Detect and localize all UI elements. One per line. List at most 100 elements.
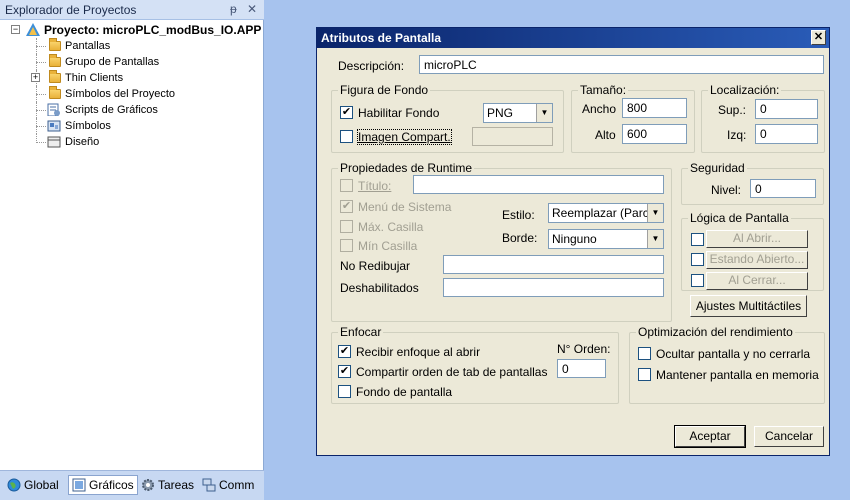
tab-comm[interactable]: Comm	[199, 475, 257, 495]
folder-icon	[49, 38, 61, 51]
tree-item-thin-clients[interactable]: + Thin Clients	[0, 70, 264, 86]
localizacion-title: Localización:	[708, 83, 782, 97]
al-abrir-checkbox[interactable]	[691, 233, 704, 246]
figura-fondo-title: Figura de Fondo	[338, 83, 431, 97]
menu-sistema-checkbox: ✔	[340, 200, 353, 213]
habilitar-fondo-checkbox[interactable]: ✔	[340, 106, 353, 119]
recibir-enfoque-label: Recibir enfoque al abrir	[356, 345, 481, 359]
tree-item-label: Scripts de Gráficos	[65, 104, 158, 116]
deshabilitados-label: Deshabilitados	[340, 281, 419, 295]
screen-attributes-dialog: Atributos de Pantalla ✕ Descripción: mic…	[316, 27, 830, 456]
symbols-icon	[47, 120, 61, 132]
tree-line	[36, 126, 46, 127]
dialog-close-button[interactable]: ✕	[811, 30, 826, 45]
project-explorer-panel: Explorador de Proyectos ᵽ ✕ − Proyecto: …	[0, 0, 264, 500]
pin-icon[interactable]: ᵽ	[230, 2, 237, 16]
ocultar-pantalla-label: Ocultar pantalla y no cerrarla	[656, 347, 811, 361]
ocultar-pantalla-checkbox[interactable]	[638, 347, 651, 360]
tab-tareas[interactable]: Tareas	[138, 475, 197, 495]
tree-item-simbolos-proyecto[interactable]: Símbolos del Proyecto	[0, 86, 264, 102]
tree-item-label: Diseño	[65, 136, 100, 148]
explorer-title: Explorador de Proyectos	[5, 3, 137, 17]
borde-label: Borde:	[502, 231, 538, 245]
izq-input[interactable]: 0	[755, 124, 818, 144]
fondo-pantalla-checkbox[interactable]	[338, 385, 351, 398]
tree-item-simbolos[interactable]: Símbolos	[0, 118, 264, 134]
tree-item-diseno[interactable]: Diseño	[0, 134, 264, 150]
al-cerrar-button[interactable]: Al Cerrar...	[706, 272, 808, 290]
tree-line	[36, 110, 46, 111]
folder-icon	[49, 54, 61, 67]
tab-graficos[interactable]: Gráficos	[68, 475, 138, 495]
estando-abierto-checkbox[interactable]	[691, 253, 704, 266]
descripcion-input[interactable]: microPLC	[419, 55, 824, 74]
izq-label: Izq:	[727, 128, 747, 142]
estilo-select-value: Reemplazar (Parcia	[552, 206, 659, 220]
project-tree: − Proyecto: microPLC_modBus_IO.APP Panta…	[0, 22, 264, 150]
titulo-checkbox	[340, 179, 353, 192]
folder-icon	[49, 70, 61, 83]
borde-select[interactable]: Ninguno ▼	[548, 229, 664, 249]
nivel-input[interactable]: 0	[750, 179, 816, 198]
estando-abierto-button[interactable]: Estando Abierto...	[706, 251, 808, 269]
sup-input[interactable]: 0	[755, 99, 818, 119]
tree-line	[36, 46, 46, 47]
tree-line	[36, 142, 46, 143]
format-select[interactable]: PNG ▼	[483, 103, 553, 123]
deshabilitados-input[interactable]	[443, 278, 664, 297]
folder-icon	[49, 86, 61, 99]
orden-input[interactable]: 0	[557, 359, 606, 378]
dialog-titlebar[interactable]: Atributos de Pantalla ✕	[317, 28, 829, 48]
borde-select-value: Ninguno	[552, 232, 597, 246]
estilo-select[interactable]: Reemplazar (Parcia ▼	[548, 203, 664, 223]
descripcion-label: Descripción:	[338, 59, 405, 73]
max-casilla-checkbox	[340, 220, 353, 233]
titulo-label: Título:	[358, 179, 392, 193]
nivel-label: Nivel:	[711, 183, 742, 197]
estilo-label: Estilo:	[502, 208, 535, 222]
cancelar-button[interactable]: Cancelar	[754, 426, 824, 447]
compartir-orden-checkbox[interactable]: ✔	[338, 365, 351, 378]
tree-item-grupo-pantallas[interactable]: Grupo de Pantallas	[0, 54, 264, 70]
titulo-input[interactable]	[413, 175, 664, 194]
tree-item-label: Pantallas	[65, 40, 111, 52]
tab-label: Comm	[219, 478, 255, 492]
tree-line	[36, 62, 46, 63]
expand-icon[interactable]: +	[31, 73, 40, 82]
al-cerrar-checkbox[interactable]	[691, 274, 704, 287]
mantener-pantalla-label: Mantener pantalla en memoria	[656, 368, 819, 382]
tree-item-scripts-graficos[interactable]: Scripts de Gráficos	[0, 102, 264, 118]
close-icon[interactable]: ✕	[247, 2, 257, 16]
recibir-enfoque-checkbox[interactable]: ✔	[338, 345, 351, 358]
tab-label: Global	[24, 478, 59, 492]
chevron-down-icon: ▼	[536, 104, 552, 122]
menu-sistema-label: Menú de Sistema	[358, 200, 452, 214]
tree-root-label: Proyecto: microPLC_modBus_IO.APP	[44, 23, 262, 37]
tree-root[interactable]: − Proyecto: microPLC_modBus_IO.APP	[0, 22, 264, 38]
al-abrir-button[interactable]: Al Abrir...	[706, 230, 808, 248]
ajustes-multitactiles-button[interactable]: Ajustes Multitáctiles	[690, 295, 807, 317]
graphics-icon	[72, 478, 86, 492]
tree-item-label: Grupo de Pantallas	[65, 56, 160, 68]
ancho-label: Ancho	[582, 102, 617, 116]
tab-global[interactable]: Global	[4, 475, 62, 495]
dialog-title: Atributos de Pantalla	[321, 31, 442, 45]
ancho-input[interactable]: 800	[622, 98, 687, 118]
collapse-icon[interactable]: −	[11, 25, 20, 34]
habilitar-fondo-label: Habilitar Fondo	[358, 106, 440, 120]
mantener-pantalla-checkbox[interactable]	[638, 368, 651, 381]
imagen-compart-checkbox[interactable]	[340, 130, 353, 143]
no-redibujar-input[interactable]	[443, 255, 664, 274]
project-icon	[26, 23, 40, 36]
runtime-title: Propiedades de Runtime	[338, 161, 475, 175]
tree-item-pantallas[interactable]: Pantallas	[0, 38, 264, 54]
chevron-down-icon: ▼	[647, 204, 663, 222]
layout-icon	[47, 136, 61, 148]
format-select-value: PNG	[487, 106, 514, 120]
seguridad-title: Seguridad	[688, 161, 747, 175]
explorer-tab-bar: Global Gráficos Tareas Comm	[0, 470, 264, 500]
aceptar-button[interactable]: Aceptar	[674, 425, 746, 448]
alto-input[interactable]: 600	[622, 124, 687, 144]
alto-label: Alto	[595, 128, 616, 142]
imagen-compart-input[interactable]	[472, 127, 553, 146]
